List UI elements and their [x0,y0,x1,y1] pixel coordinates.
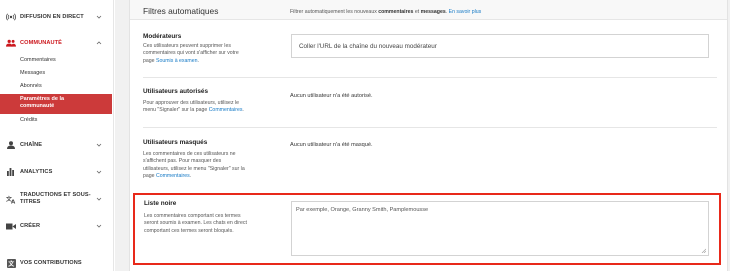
nav-community[interactable]: COMMUNAUTÉ [0,38,114,48]
filters-description: Filtrer automatiquement les nouveaux com… [290,9,481,15]
sidebar-item-community-settings-line2: communauté [20,103,55,109]
chevron-down-icon [96,14,102,20]
chevron-down-icon [96,223,102,229]
nav-translations-label: TRADUCTIONS ET SOUS- TITRES [20,192,91,206]
filters-description-messages: messages [420,9,446,15]
chevron-down-icon [96,169,102,175]
live-broadcast-icon [6,12,16,22]
approved-users-description: Pour approuver des utilisateurs, utilise… [143,100,269,115]
svg-text:A: A [11,199,16,203]
nav-translations[interactable]: 文A TRADUCTIONS ET SOUS- TITRES [0,191,114,207]
approved-users-description-line2-suffix: . [242,107,244,114]
nav-channel[interactable]: CHAÎNE [0,140,114,150]
nav-contributions-label: VOS CONTRIBUTIONS [20,259,82,266]
hidden-users-description-line4-prefix: page [143,172,156,179]
filters-description-comments: commentaires [378,9,414,15]
nav-contributions[interactable]: 文 VOS CONTRIBUTIONS [0,258,114,268]
highlight-annotation [133,193,721,265]
card-header: Filtres automatiques Filtrer automatique… [130,0,727,20]
sidebar-item-messages[interactable]: Messages [0,70,112,77]
video-camera-icon [6,221,16,231]
nav-community-label: COMMUNAUTÉ [20,39,63,46]
chevron-down-icon [96,196,102,202]
analytics-icon [6,167,16,177]
hidden-users-value: Aucun utilisateur n'a été masqué. [290,142,373,148]
sidebar: DIFFUSION EN DIRECT COMMUNAUTÉ Commentai… [0,0,114,271]
nav-analytics-label: ANALYTICS [20,168,53,175]
divider [143,127,717,128]
moderators-description-line2: commentaires qui vont s'afficher sur vot… [143,50,239,57]
translate-icon: 文A [6,194,16,204]
sidebar-item-community-settings[interactable]: Paramètres de la communauté [0,94,112,114]
moderators-description-line1: Ces utilisateurs peuvent supprimer les [143,43,231,49]
comments-link[interactable]: Commentaires [209,107,243,113]
divider [143,77,717,78]
comments-link[interactable]: Commentaires [156,173,190,179]
hidden-users-description: Les commentaires de ces utilisateurs ne … [143,151,269,180]
page-title: Filtres automatiques [143,6,219,16]
sidebar-item-credits[interactable]: Crédits [0,117,112,124]
filters-description-and: et [413,9,421,15]
sidebar-item-subscribers[interactable]: Abonnés [0,83,112,90]
sidebar-item-comments[interactable]: Commentaires [0,57,112,64]
moderators-description: Ces utilisateurs peuvent supprimer les c… [143,43,269,65]
nav-analytics[interactable]: ANALYTICS [0,167,114,177]
nav-translations-label-line1: TRADUCTIONS ET SOUS- [20,192,91,198]
hidden-users-description-line4-suffix: . [189,172,192,179]
community-icon [6,38,16,48]
chevron-down-icon [96,142,102,148]
hidden-users-description-line3: utilisateurs, utilisez le menu "Signaler… [143,165,245,172]
hidden-users-description-line1: Les commentaires de ces utilisateurs ne [143,151,236,157]
approved-users-description-line2-prefix: menu "Signaler" sur la page [143,107,209,114]
moderators-description-line3-prefix: page [143,57,156,64]
sidebar-item-community-settings-line1: Paramètres de la [20,96,65,102]
hidden-users-label: Utilisateurs masqués [143,139,208,146]
moderator-url-input[interactable]: Coller l'URL de la chaîne du nouveau mod… [291,34,709,58]
nav-live[interactable]: DIFFUSION EN DIRECT [0,12,114,22]
nav-create[interactable]: CRÉER [0,221,114,231]
channel-icon [6,140,16,150]
filters-description-prefix: Filtrer automatiquement les nouveaux [290,9,379,15]
svg-text:文: 文 [7,259,15,267]
nav-translations-label-line2: TITRES [20,199,41,205]
approved-users-description-line1: Pour approuver des utilisateurs, utilise… [143,100,240,106]
under-review-link[interactable]: Soumis à examen [156,58,198,64]
contributions-icon: 文 [6,258,16,268]
moderators-label: Modérateurs [143,33,182,40]
approved-users-label: Utilisateurs autorisés [143,88,208,95]
approved-users-value: Aucun utilisateur n'a été autorisé. [290,93,373,99]
hidden-users-description-line2: s'affichent pas. Pour masquer des [143,158,222,165]
moderator-url-placeholder: Coller l'URL de la chaîne du nouveau mod… [299,42,437,50]
nav-create-label: CRÉER [20,222,41,229]
moderators-description-line3-suffix: . [197,57,199,64]
nav-live-label: DIFFUSION EN DIRECT [20,13,84,20]
chevron-up-icon [96,40,102,46]
nav-channel-label: CHAÎNE [20,141,43,148]
learn-more-link[interactable]: En savoir plus [449,9,482,15]
